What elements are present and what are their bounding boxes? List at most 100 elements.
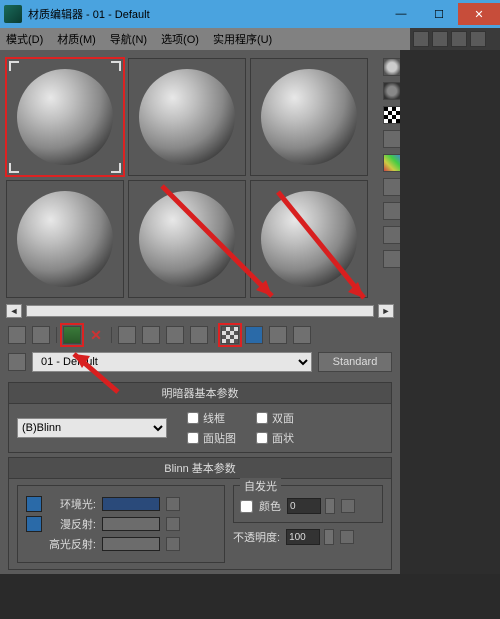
color-swatches-group: 环境光: 漫反射: 高光反射:: [17, 485, 225, 563]
go-forward-icon[interactable]: [293, 326, 311, 344]
show-map-icon[interactable]: [221, 326, 239, 344]
put-to-lib-icon[interactable]: [166, 326, 184, 344]
menu-mode[interactable]: 模式(D): [6, 31, 43, 47]
diffuse-color-swatch[interactable]: [102, 517, 160, 531]
options-icon[interactable]: [383, 202, 401, 220]
host-tool-icon[interactable]: [413, 31, 429, 47]
ambient-label: 环境光:: [48, 496, 96, 512]
specular-map-button[interactable]: [166, 537, 180, 551]
faceted-label: 面状: [272, 430, 294, 446]
spinner-arrows[interactable]: [324, 529, 334, 545]
background-icon[interactable]: [383, 106, 401, 124]
sample-side-toolbar: [382, 58, 402, 268]
material-preview-sphere: [261, 69, 357, 165]
ambient-color-swatch[interactable]: [102, 497, 160, 511]
sample-slot-1[interactable]: [6, 58, 124, 176]
app-icon: [4, 5, 22, 23]
scroll-left-button[interactable]: ◄: [6, 304, 22, 318]
sample-slot-3[interactable]: [250, 58, 368, 176]
show-end-icon[interactable]: [245, 326, 263, 344]
make-copy-icon[interactable]: [118, 326, 136, 344]
close-button[interactable]: ✕: [458, 3, 500, 25]
backlight-icon[interactable]: [383, 82, 401, 100]
wire-label: 线框: [203, 410, 225, 426]
self-illum-spinner[interactable]: [287, 498, 321, 514]
window-title: 材质编辑器 - 01 - Default: [28, 6, 382, 22]
self-illum-color-checkbox[interactable]: [240, 500, 253, 513]
face-map-label: 面贴图: [203, 430, 236, 446]
face-map-checkbox[interactable]: 面贴图: [187, 430, 236, 446]
material-preview-sphere: [261, 191, 357, 287]
toolbar-separator: [56, 327, 57, 343]
self-illum-color-label: 颜色: [259, 498, 281, 514]
toolbar-separator: [214, 327, 215, 343]
sample-slot-6[interactable]: [250, 180, 368, 298]
spinner-arrows[interactable]: [325, 498, 335, 514]
selection-corner-icon: [9, 61, 19, 71]
maximize-button[interactable]: ☐: [420, 3, 458, 25]
self-illum-group-label: 自发光: [240, 478, 281, 494]
self-illum-map-button[interactable]: [341, 499, 355, 513]
scroll-track[interactable]: [26, 305, 374, 317]
reset-icon[interactable]: ✕: [87, 326, 105, 344]
shader-type-dropdown[interactable]: (B)Blinn: [17, 418, 167, 438]
material-name-dropdown[interactable]: 01 - Default: [32, 352, 312, 372]
menu-options[interactable]: 选项(O): [161, 31, 199, 47]
rollout-header[interactable]: Blinn 基本参数: [9, 458, 391, 479]
make-unique-icon[interactable]: [142, 326, 160, 344]
selection-corner-icon: [9, 163, 19, 173]
specular-label: 高光反射:: [48, 536, 96, 552]
selection-corner-icon: [111, 61, 121, 71]
wire-checkbox[interactable]: 线框: [187, 410, 236, 426]
opacity-label: 不透明度:: [233, 529, 280, 545]
faceted-checkbox[interactable]: 面状: [256, 430, 294, 446]
two-sided-label: 双面: [272, 410, 294, 426]
rollout-blinn-basic: Blinn 基本参数 环境光: 漫反射:: [8, 457, 392, 570]
mtl-map-nav-icon[interactable]: [383, 250, 401, 268]
diffuse-lock-icon[interactable]: [26, 516, 42, 532]
host-window-toolbar: [410, 28, 500, 50]
sample-hscroll: ◄ ►: [0, 302, 400, 320]
toolbar-separator: [111, 327, 112, 343]
scroll-right-button[interactable]: ►: [378, 304, 394, 318]
opacity-map-button[interactable]: [340, 530, 354, 544]
go-parent-icon[interactable]: [269, 326, 287, 344]
select-by-icon[interactable]: [383, 226, 401, 244]
sample-slot-4[interactable]: [6, 180, 124, 298]
sample-slot-2[interactable]: [128, 58, 246, 176]
self-illum-group: 自发光 颜色: [233, 485, 383, 523]
sample-type-icon[interactable]: [383, 58, 401, 76]
host-tool-icon[interactable]: [470, 31, 486, 47]
host-tool-icon[interactable]: [451, 31, 467, 47]
material-preview-sphere: [139, 191, 235, 287]
make-preview-icon[interactable]: [383, 178, 401, 196]
rollout-header[interactable]: 明暗器基本参数: [9, 383, 391, 404]
opacity-spinner[interactable]: [286, 529, 320, 545]
sample-slot-grid: [0, 50, 400, 302]
mtl-id-icon[interactable]: [190, 326, 208, 344]
title-bar: 材质编辑器 - 01 - Default — ☐ ✕: [0, 0, 500, 28]
material-preview-sphere: [139, 69, 235, 165]
menu-navigate[interactable]: 导航(N): [110, 31, 147, 47]
assign-to-selection-icon[interactable]: [63, 326, 81, 344]
put-to-scene-icon[interactable]: [32, 326, 50, 344]
pick-material-icon[interactable]: [8, 353, 26, 371]
rollout-shader-basic: 明暗器基本参数 (B)Blinn 线框 双面 面贴图 面状: [8, 382, 392, 453]
diffuse-map-button[interactable]: [166, 517, 180, 531]
material-type-button[interactable]: Standard: [318, 352, 392, 372]
sample-uv-icon[interactable]: [383, 130, 401, 148]
menu-material[interactable]: 材质(M): [57, 31, 96, 47]
ambient-lock-toggle[interactable]: [166, 497, 180, 511]
material-preview-sphere: [17, 191, 113, 287]
two-sided-checkbox[interactable]: 双面: [256, 410, 294, 426]
material-preview-sphere: [17, 69, 113, 165]
host-tool-icon[interactable]: [432, 31, 448, 47]
specular-color-swatch[interactable]: [102, 537, 160, 551]
sample-slot-5[interactable]: [128, 180, 246, 298]
video-check-icon[interactable]: [383, 154, 401, 172]
diffuse-label: 漫反射:: [48, 516, 96, 532]
ambient-lock-icon[interactable]: [26, 496, 42, 512]
get-material-icon[interactable]: [8, 326, 26, 344]
minimize-button[interactable]: —: [382, 3, 420, 25]
menu-utilities[interactable]: 实用程序(U): [213, 31, 272, 47]
